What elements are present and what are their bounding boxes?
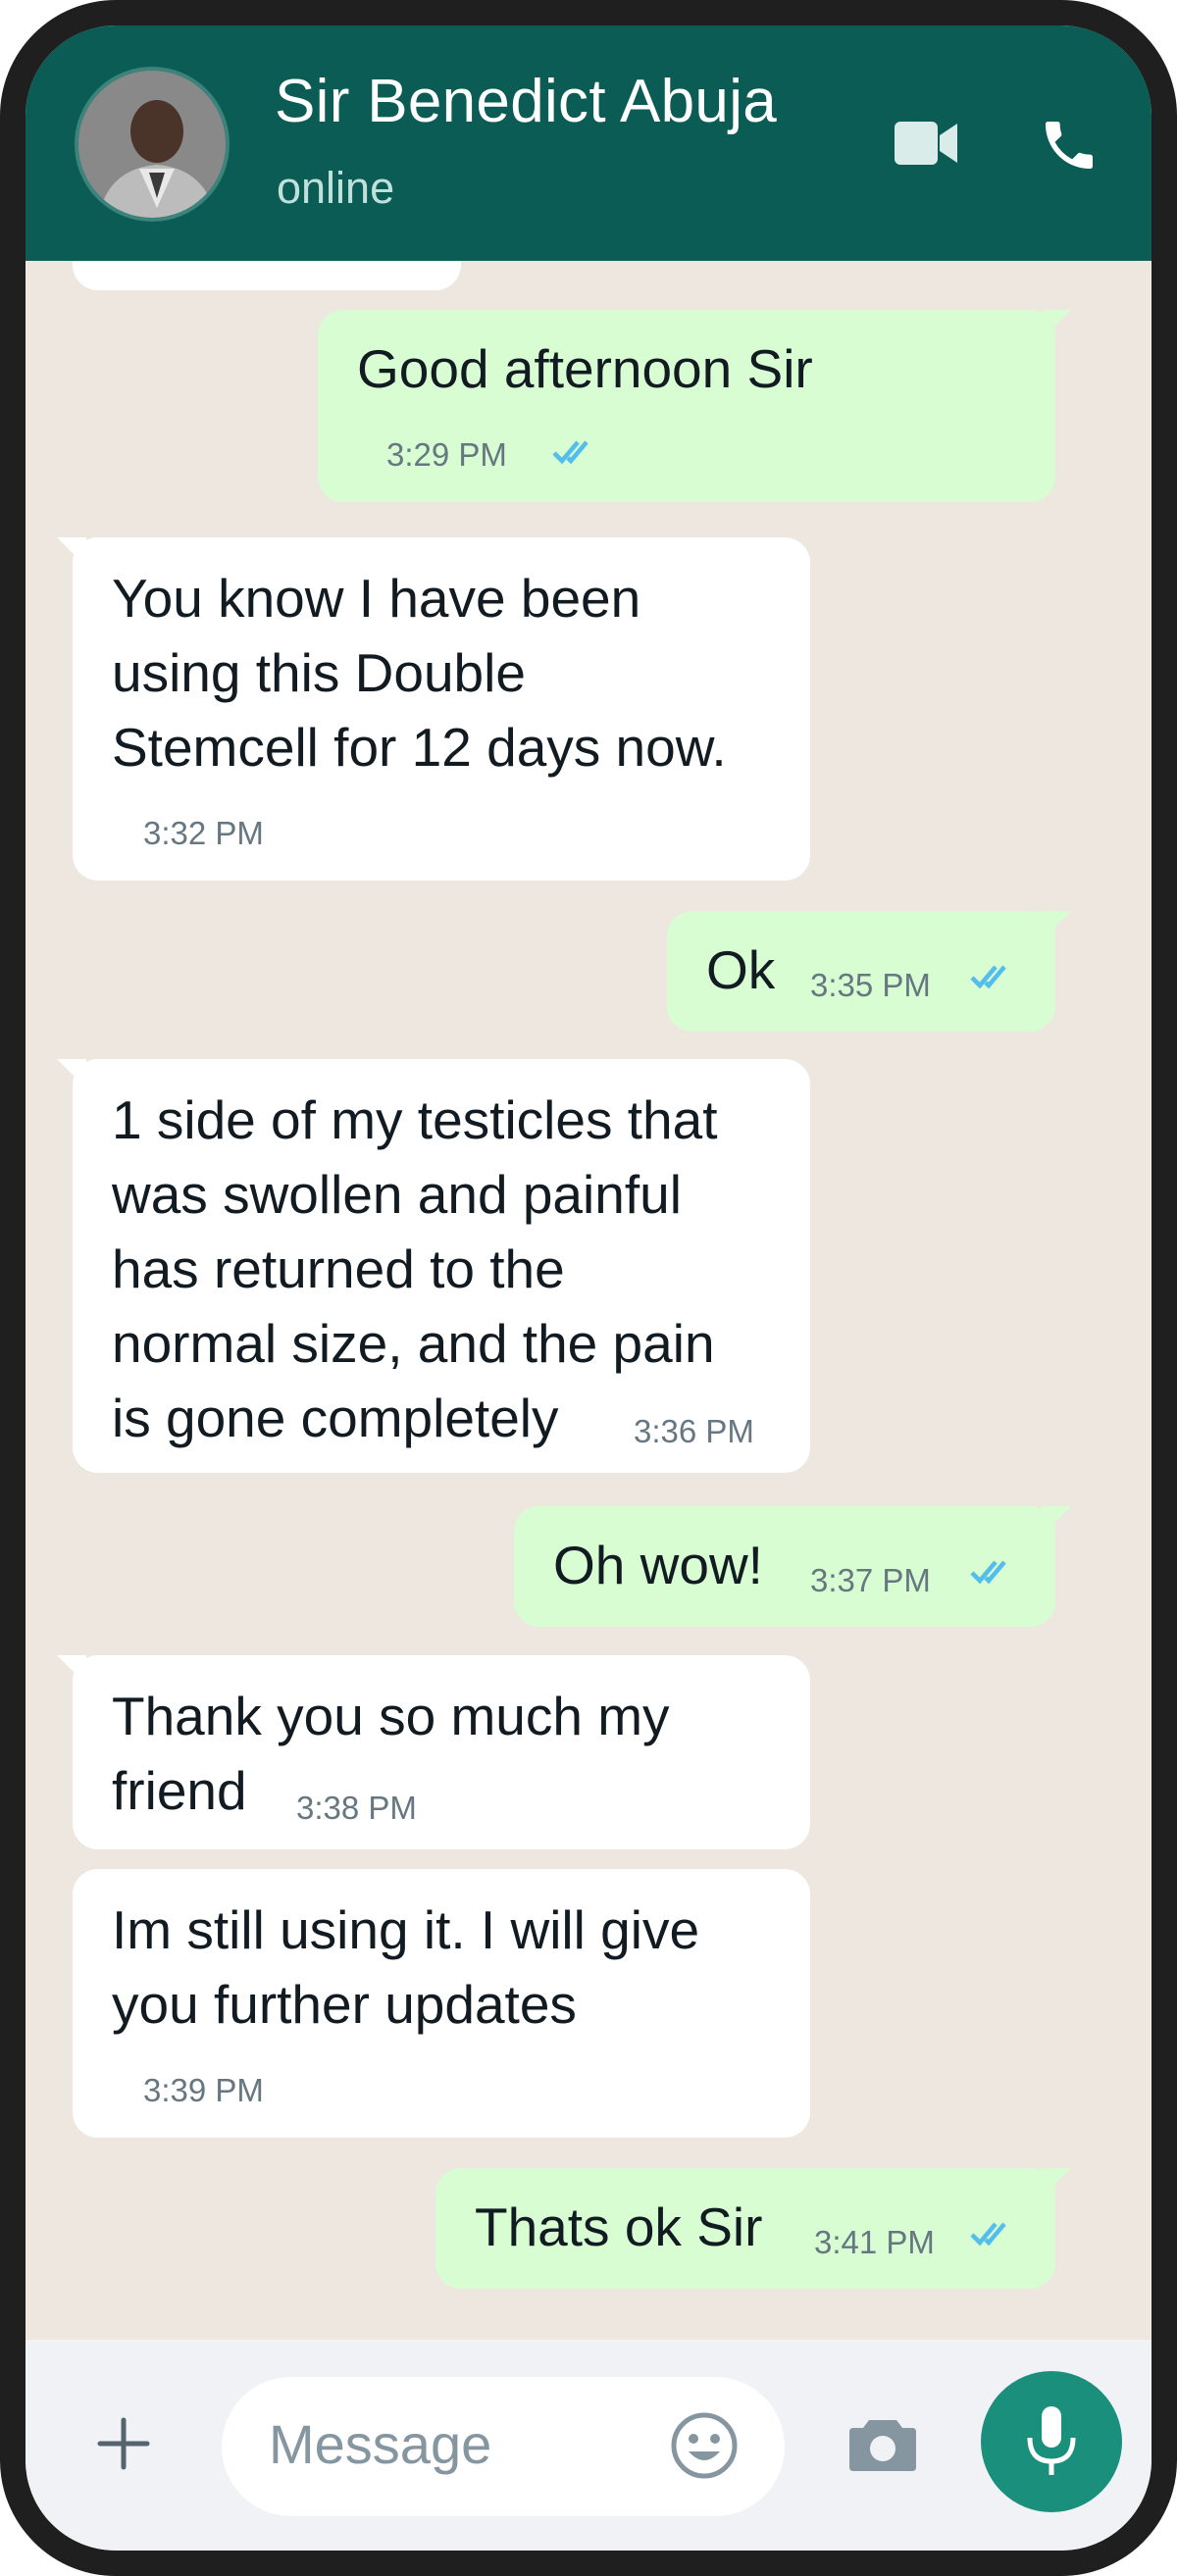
read-receipt-icon xyxy=(970,2222,1006,2247)
message-time: 3:29 PM xyxy=(386,436,507,473)
message-time: 3:37 PM xyxy=(810,1562,931,1598)
message-list[interactable]: Good afternoon Sir 3:29 PM You know I ha… xyxy=(26,261,1151,2340)
message-text: Ok xyxy=(706,939,776,1000)
chat-header: Sir Benedict Abuja online xyxy=(26,25,1151,261)
message-time: 3:32 PM xyxy=(143,815,264,851)
message-text: 1 side of my testicles that was swollen … xyxy=(112,1089,718,1448)
voice-call-icon[interactable] xyxy=(1038,114,1100,181)
message-time: 3:41 PM xyxy=(814,2224,935,2260)
partial-message-bubble xyxy=(73,261,461,290)
bubble-tail xyxy=(57,1059,86,1088)
avatar[interactable] xyxy=(75,67,230,222)
bubble-tail xyxy=(1042,911,1071,940)
message-bubble-incoming[interactable]: 1 side of my testicles that was swollen … xyxy=(57,1059,810,1473)
message-text: Thats ok Sir xyxy=(475,2197,763,2257)
read-receipt-icon xyxy=(970,1560,1006,1585)
message-text: Good afternoon Sir xyxy=(357,338,813,399)
message-time: 3:35 PM xyxy=(810,967,931,1003)
video-call-icon[interactable] xyxy=(893,114,961,177)
message-text: You know I have been using this Double S… xyxy=(112,568,727,778)
read-receipt-icon xyxy=(970,965,1006,989)
emoji-icon[interactable] xyxy=(669,2410,740,2486)
plus-icon[interactable] xyxy=(96,2416,151,2476)
bubble-tail xyxy=(1042,310,1071,339)
message-time: 3:38 PM xyxy=(296,1790,417,1826)
phone-frame: Sir Benedict Abuja online Good afternoon… xyxy=(0,0,1177,2576)
microphone-icon xyxy=(1027,2406,1076,2475)
message-placeholder: Message xyxy=(269,2413,492,2475)
message-bubble-incoming[interactable]: You know I have been using this Double S… xyxy=(57,537,810,881)
bubble-tail xyxy=(57,537,86,567)
contact-status: online xyxy=(277,163,395,213)
microphone-button[interactable] xyxy=(981,2371,1122,2512)
bubble-tail xyxy=(1042,2168,1071,2197)
message-time: 3:36 PM xyxy=(634,1413,754,1449)
message-bubble-incoming[interactable]: Im still using it. I will give you furth… xyxy=(73,1869,810,2138)
message-bubble-outgoing[interactable]: Thats ok Sir 3:41 PM xyxy=(435,2168,1071,2289)
message-bubble-outgoing[interactable]: Ok 3:35 PM xyxy=(667,911,1071,1032)
message-bubble-incoming[interactable]: Thank you so much my friend 3:38 PM xyxy=(57,1655,810,1849)
message-input[interactable]: Message xyxy=(222,2377,785,2516)
contact-name[interactable]: Sir Benedict Abuja xyxy=(275,67,777,136)
bubble-tail xyxy=(57,1655,86,1685)
message-time: 3:39 PM xyxy=(143,2072,264,2108)
message-bubble-outgoing[interactable]: Oh wow! 3:37 PM xyxy=(514,1506,1071,1627)
message-bubble-outgoing[interactable]: Good afternoon Sir 3:29 PM xyxy=(318,310,1071,502)
read-receipt-icon xyxy=(552,440,588,465)
message-text: Oh wow! xyxy=(553,1535,763,1595)
composer-bar: Message xyxy=(26,2340,1151,2551)
message-text: Im still using it. I will give you furth… xyxy=(112,1899,700,2035)
camera-icon[interactable] xyxy=(847,2414,918,2478)
bubble-tail xyxy=(1042,1506,1071,1536)
